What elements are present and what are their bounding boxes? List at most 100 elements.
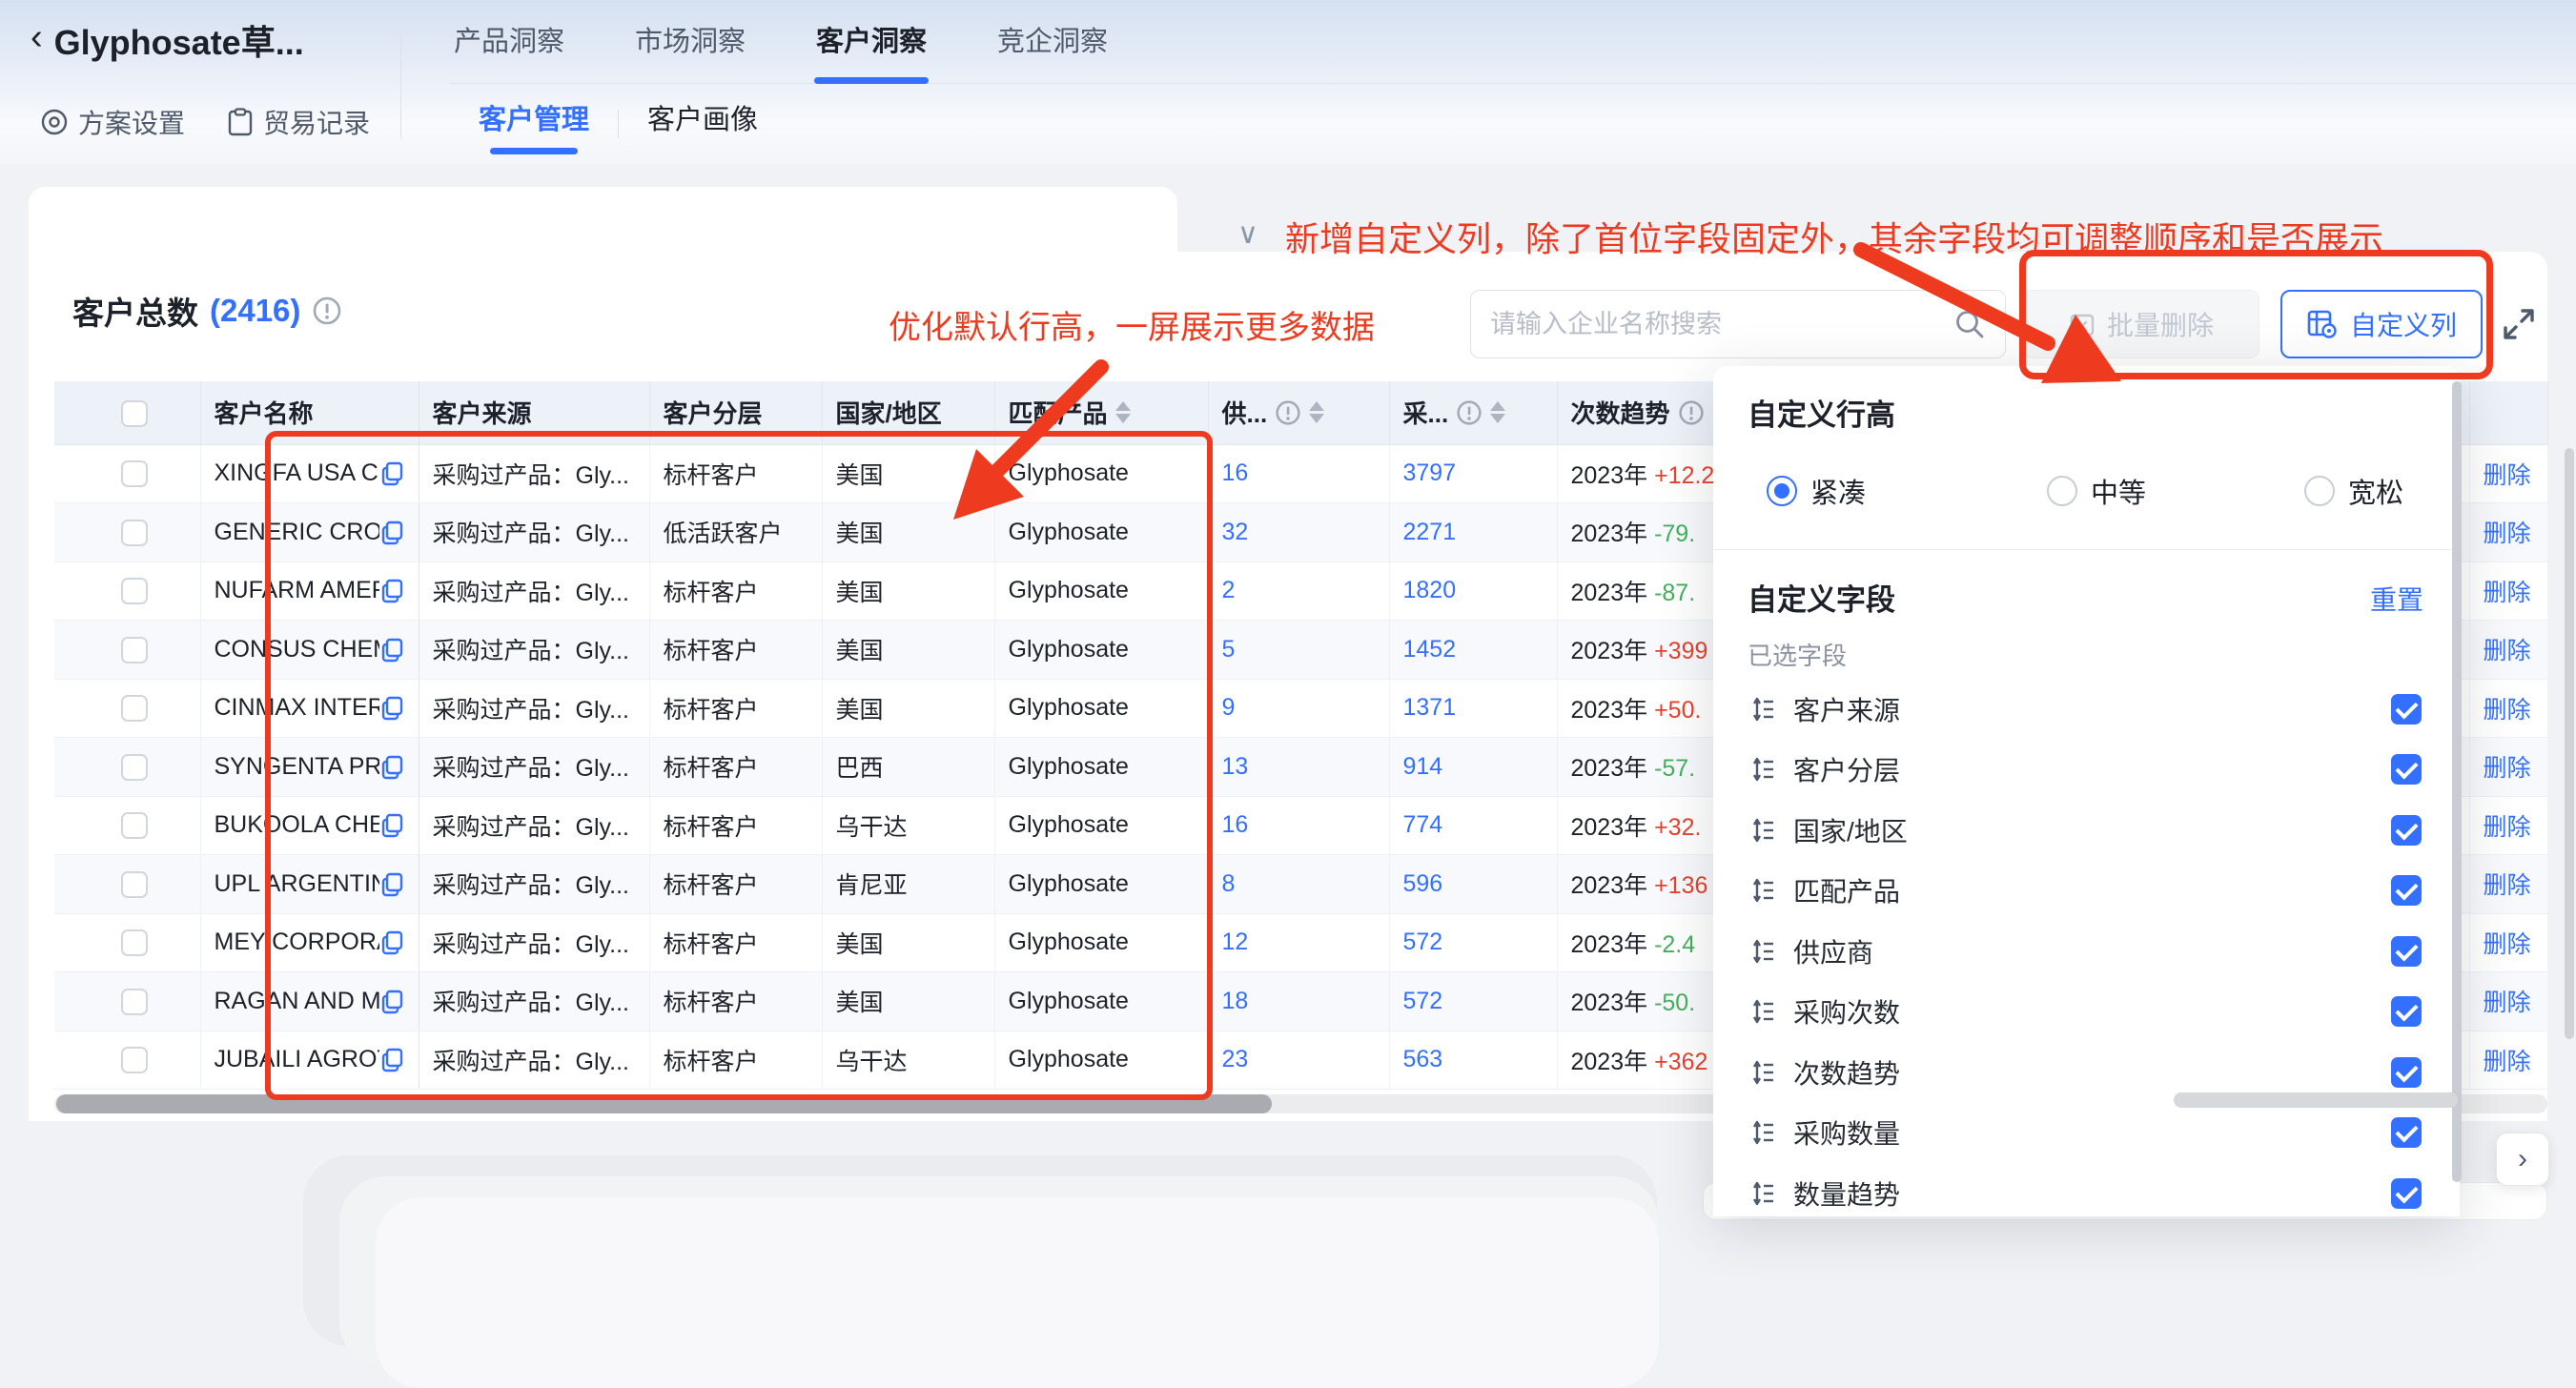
column-header[interactable]: 供... — [1208, 381, 1389, 444]
copy-icon[interactable] — [379, 929, 405, 955]
delete-link[interactable]: 删除 — [2484, 755, 2531, 782]
sort-icon[interactable] — [1309, 401, 1324, 423]
row-checkbox[interactable] — [121, 695, 148, 722]
row-height-radio-2[interactable]: 中等 — [2047, 471, 2146, 511]
custom-columns-button[interactable]: 自定义列 — [2280, 290, 2483, 358]
supplier-count-link[interactable]: 18 — [1222, 988, 1249, 1014]
drag-handle-icon[interactable] — [1748, 997, 1776, 1026]
drag-handle-icon[interactable] — [1748, 695, 1776, 724]
purchase-count-link[interactable]: 914 — [1403, 753, 1443, 780]
sub-tab-2[interactable]: 客户画像 — [645, 92, 760, 156]
nav-tab-1[interactable]: 产品洞察 — [450, 19, 568, 84]
sort-icon[interactable] — [1490, 401, 1505, 423]
delete-link[interactable]: 删除 — [2484, 931, 2531, 958]
batch-delete-button[interactable]: 批量删除 — [2023, 290, 2259, 358]
purchase-count-link[interactable]: 563 — [1403, 1046, 1443, 1072]
copy-icon[interactable] — [379, 1047, 405, 1072]
trade-records-button[interactable]: 贸易记录 — [227, 103, 370, 141]
delete-link[interactable]: 删除 — [2484, 580, 2531, 606]
purchase-count-link[interactable]: 1452 — [1403, 636, 1457, 663]
row-checkbox[interactable] — [121, 637, 148, 663]
column-header[interactable]: 国家/地区 — [822, 381, 994, 444]
drag-handle-icon[interactable] — [1748, 1058, 1776, 1087]
next-page-button[interactable]: › — [2496, 1133, 2549, 1186]
purchase-count-link[interactable]: 572 — [1403, 988, 1443, 1014]
delete-link[interactable]: 删除 — [2484, 872, 2531, 899]
drag-handle-icon[interactable] — [1748, 755, 1776, 784]
info-icon[interactable] — [1456, 399, 1482, 426]
supplier-count-link[interactable]: 16 — [1222, 459, 1249, 486]
drag-handle-icon[interactable] — [1748, 937, 1776, 966]
field-checkbox[interactable] — [2391, 936, 2422, 967]
purchase-count-link[interactable]: 2271 — [1403, 519, 1457, 545]
row-height-radio-3[interactable]: 宽松 — [2304, 471, 2403, 511]
row-height-radio-1[interactable]: 紧凑 — [1767, 471, 1866, 511]
fullscreen-expand-icon[interactable] — [2496, 301, 2542, 347]
field-checkbox[interactable] — [2391, 1117, 2422, 1148]
search-icon[interactable] — [1953, 308, 1986, 340]
page-vertical-scrollbar[interactable] — [2565, 448, 2574, 1039]
select-all-checkbox[interactable] — [121, 400, 148, 427]
delete-link[interactable]: 删除 — [2484, 462, 2531, 489]
row-checkbox[interactable] — [121, 929, 148, 956]
row-checkbox[interactable] — [121, 520, 148, 546]
vertical-scrollbar[interactable] — [2452, 381, 2462, 1182]
field-checkbox[interactable] — [2391, 815, 2422, 846]
row-checkbox[interactable] — [121, 871, 148, 898]
field-checkbox[interactable] — [2391, 694, 2422, 725]
column-header[interactable]: 客户名称 — [200, 381, 419, 444]
copy-icon[interactable] — [379, 578, 405, 603]
panel-horizontal-scrollbar[interactable] — [2174, 1092, 2458, 1108]
column-header[interactable]: 匹配产品 — [994, 381, 1208, 444]
info-icon[interactable] — [312, 296, 342, 326]
sub-tab-1[interactable]: 客户管理 — [477, 92, 591, 156]
info-icon[interactable] — [1275, 399, 1301, 426]
supplier-count-link[interactable]: 13 — [1222, 753, 1249, 780]
copy-icon[interactable] — [379, 754, 405, 780]
delete-link[interactable]: 删除 — [2484, 520, 2531, 547]
delete-link[interactable]: 删除 — [2484, 697, 2531, 724]
delete-link[interactable]: 删除 — [2484, 990, 2531, 1016]
purchase-count-link[interactable]: 596 — [1403, 870, 1443, 897]
nav-tab-4[interactable]: 竞企洞察 — [993, 19, 1112, 84]
field-checkbox[interactable] — [2391, 1178, 2422, 1209]
supplier-count-link[interactable]: 8 — [1222, 870, 1236, 897]
column-header[interactable]: 采... — [1389, 381, 1557, 444]
supplier-count-link[interactable]: 9 — [1222, 694, 1236, 721]
delete-link[interactable]: 删除 — [2484, 1049, 2531, 1075]
row-checkbox[interactable] — [121, 578, 148, 604]
copy-icon[interactable] — [379, 695, 405, 721]
copy-icon[interactable] — [379, 871, 405, 897]
drag-handle-icon[interactable] — [1748, 1179, 1776, 1208]
purchase-count-link[interactable]: 774 — [1403, 811, 1443, 838]
copy-icon[interactable] — [379, 989, 405, 1014]
drag-handle-icon[interactable] — [1748, 1118, 1776, 1147]
purchase-count-link[interactable]: 572 — [1403, 929, 1443, 955]
row-checkbox[interactable] — [121, 754, 148, 781]
drag-handle-icon[interactable] — [1748, 876, 1776, 905]
row-checkbox[interactable] — [121, 989, 148, 1015]
purchase-count-link[interactable]: 1820 — [1403, 577, 1457, 603]
info-icon[interactable] — [1678, 399, 1705, 426]
purchase-count-link[interactable]: 1371 — [1403, 694, 1457, 721]
copy-icon[interactable] — [379, 520, 405, 545]
nav-tab-2[interactable]: 市场洞察 — [631, 19, 749, 84]
delete-link[interactable]: 删除 — [2484, 638, 2531, 664]
copy-icon[interactable] — [379, 637, 405, 663]
reset-link[interactable]: 重置 — [2370, 580, 2423, 618]
delete-link[interactable]: 删除 — [2484, 814, 2531, 841]
column-header[interactable]: 客户来源 — [419, 381, 649, 444]
drag-handle-icon[interactable] — [1748, 816, 1776, 845]
back-chevron-icon[interactable]: ‹ — [31, 19, 43, 55]
supplier-count-link[interactable]: 16 — [1222, 811, 1249, 838]
row-checkbox[interactable] — [121, 1047, 148, 1073]
supplier-count-link[interactable]: 5 — [1222, 636, 1236, 663]
row-checkbox[interactable] — [121, 812, 148, 839]
copy-icon[interactable] — [379, 460, 405, 486]
search-input[interactable] — [1490, 310, 1953, 339]
supplier-count-link[interactable]: 23 — [1222, 1046, 1249, 1072]
field-checkbox[interactable] — [2391, 1057, 2422, 1088]
supplier-count-link[interactable]: 12 — [1222, 929, 1249, 955]
supplier-count-link[interactable]: 2 — [1222, 577, 1236, 603]
field-checkbox[interactable] — [2391, 875, 2422, 906]
